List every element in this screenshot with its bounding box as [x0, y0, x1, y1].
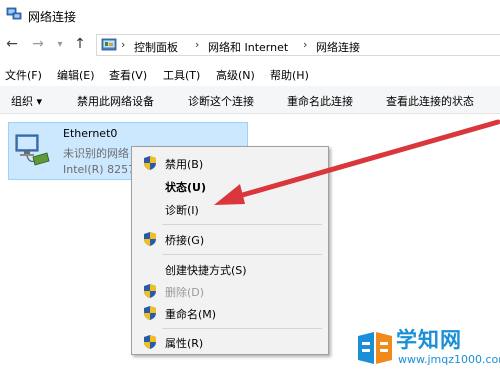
organize-button[interactable]: 组织 ▾ — [11, 93, 42, 109]
title-bar: 网络连接 — [0, 0, 500, 30]
ctx-item-disable[interactable]: 禁用(B) — [132, 152, 328, 174]
ctx-label: 桥接(G) — [165, 234, 205, 247]
ctx-label: 属性(R) — [165, 337, 204, 350]
diagnose-connection-button[interactable]: 诊断这个连接 — [188, 93, 254, 109]
ctx-item-status[interactable]: 状态(U) — [132, 175, 328, 197]
breadcrumb-network-connections[interactable]: 网络连接 — [316, 39, 360, 55]
ctx-item-create-shortcut[interactable]: 创建快捷方式(S) — [132, 258, 328, 280]
shield-icon — [144, 284, 156, 298]
ctx-label: 删除(D) — [165, 286, 205, 299]
ctx-label: 重命名(M) — [165, 308, 217, 321]
view-status-button[interactable]: 查看此连接的状态 — [386, 93, 474, 109]
ctx-item-rename[interactable]: 重命名(M) — [132, 302, 328, 324]
ctx-item-diagnose[interactable]: 诊断(I) — [132, 198, 328, 220]
menu-view[interactable]: 查看(V) — [109, 67, 147, 83]
ctx-item-bridge[interactable]: 桥接(G) — [132, 228, 328, 250]
back-button[interactable]: ← — [4, 36, 20, 52]
adapter-status: 未识别的网络 — [63, 147, 129, 160]
ctx-label: 状态(U) — [165, 181, 206, 194]
context-menu: 禁用(B) 状态(U) 诊断(I) 桥接(G) 创建快捷方式(S) 删除(D) … — [131, 146, 329, 355]
disable-device-button[interactable]: 禁用此网络设备 — [77, 93, 154, 109]
shield-icon — [144, 156, 156, 170]
address-row: ← → ▾ ↑ › 控制面板 › 网络和 Internet › 网络连接 — [0, 30, 500, 60]
up-button[interactable]: ↑ — [72, 36, 88, 52]
ctx-label: 创建快捷方式(S) — [165, 264, 247, 277]
breadcrumb-control-panel[interactable]: 控制面板 — [134, 39, 178, 55]
menu-separator — [162, 328, 322, 329]
menu-tools[interactable]: 工具(T) — [163, 67, 200, 83]
ctx-item-properties[interactable]: 属性(R) — [132, 331, 328, 353]
shield-icon — [144, 335, 156, 349]
breadcrumb-separator: › — [303, 38, 308, 51]
watermark: 学知网 www.jmqz1000.com — [348, 320, 500, 376]
forward-button[interactable]: → — [30, 36, 46, 52]
breadcrumb-separator: › — [121, 38, 126, 51]
breadcrumb-network-internet[interactable]: 网络和 Internet — [208, 39, 288, 55]
menu-edit[interactable]: 编辑(E) — [57, 67, 95, 83]
watermark-brand: 学知网 — [396, 328, 462, 352]
adapter-device: Intel(R) 8257 — [63, 163, 136, 176]
shield-icon — [144, 306, 156, 320]
ctx-label: 禁用(B) — [165, 158, 204, 171]
ctx-item-delete: 删除(D) — [132, 280, 328, 302]
menu-help[interactable]: 帮助(H) — [270, 67, 309, 83]
network-connections-icon — [6, 7, 22, 20]
site-logo-icon — [358, 332, 392, 364]
recent-locations-button[interactable]: ▾ — [52, 39, 68, 50]
menu-separator — [162, 254, 322, 255]
menu-separator — [162, 224, 322, 225]
menu-file[interactable]: 文件(F) — [5, 67, 42, 83]
menu-advanced[interactable]: 高级(N) — [216, 67, 255, 83]
shield-icon — [144, 232, 156, 246]
network-adapter-icon — [15, 134, 50, 166]
ctx-label: 诊断(I) — [165, 204, 199, 217]
adapter-name: Ethernet0 — [63, 127, 118, 140]
watermark-url: www.jmqz1000.com — [398, 353, 500, 366]
rename-connection-button[interactable]: 重命名此连接 — [287, 93, 353, 109]
window-title: 网络连接 — [28, 10, 77, 24]
menu-bar: 文件(F) 编辑(E) 查看(V) 工具(T) 高级(N) 帮助(H) — [0, 63, 500, 85]
control-panel-icon — [101, 38, 117, 51]
command-bar: 组织 ▾ 禁用此网络设备 诊断这个连接 重命名此连接 查看此连接的状态 — [0, 86, 500, 114]
address-bar[interactable]: › 控制面板 › 网络和 Internet › 网络连接 — [96, 34, 500, 56]
breadcrumb-separator: › — [195, 38, 200, 51]
